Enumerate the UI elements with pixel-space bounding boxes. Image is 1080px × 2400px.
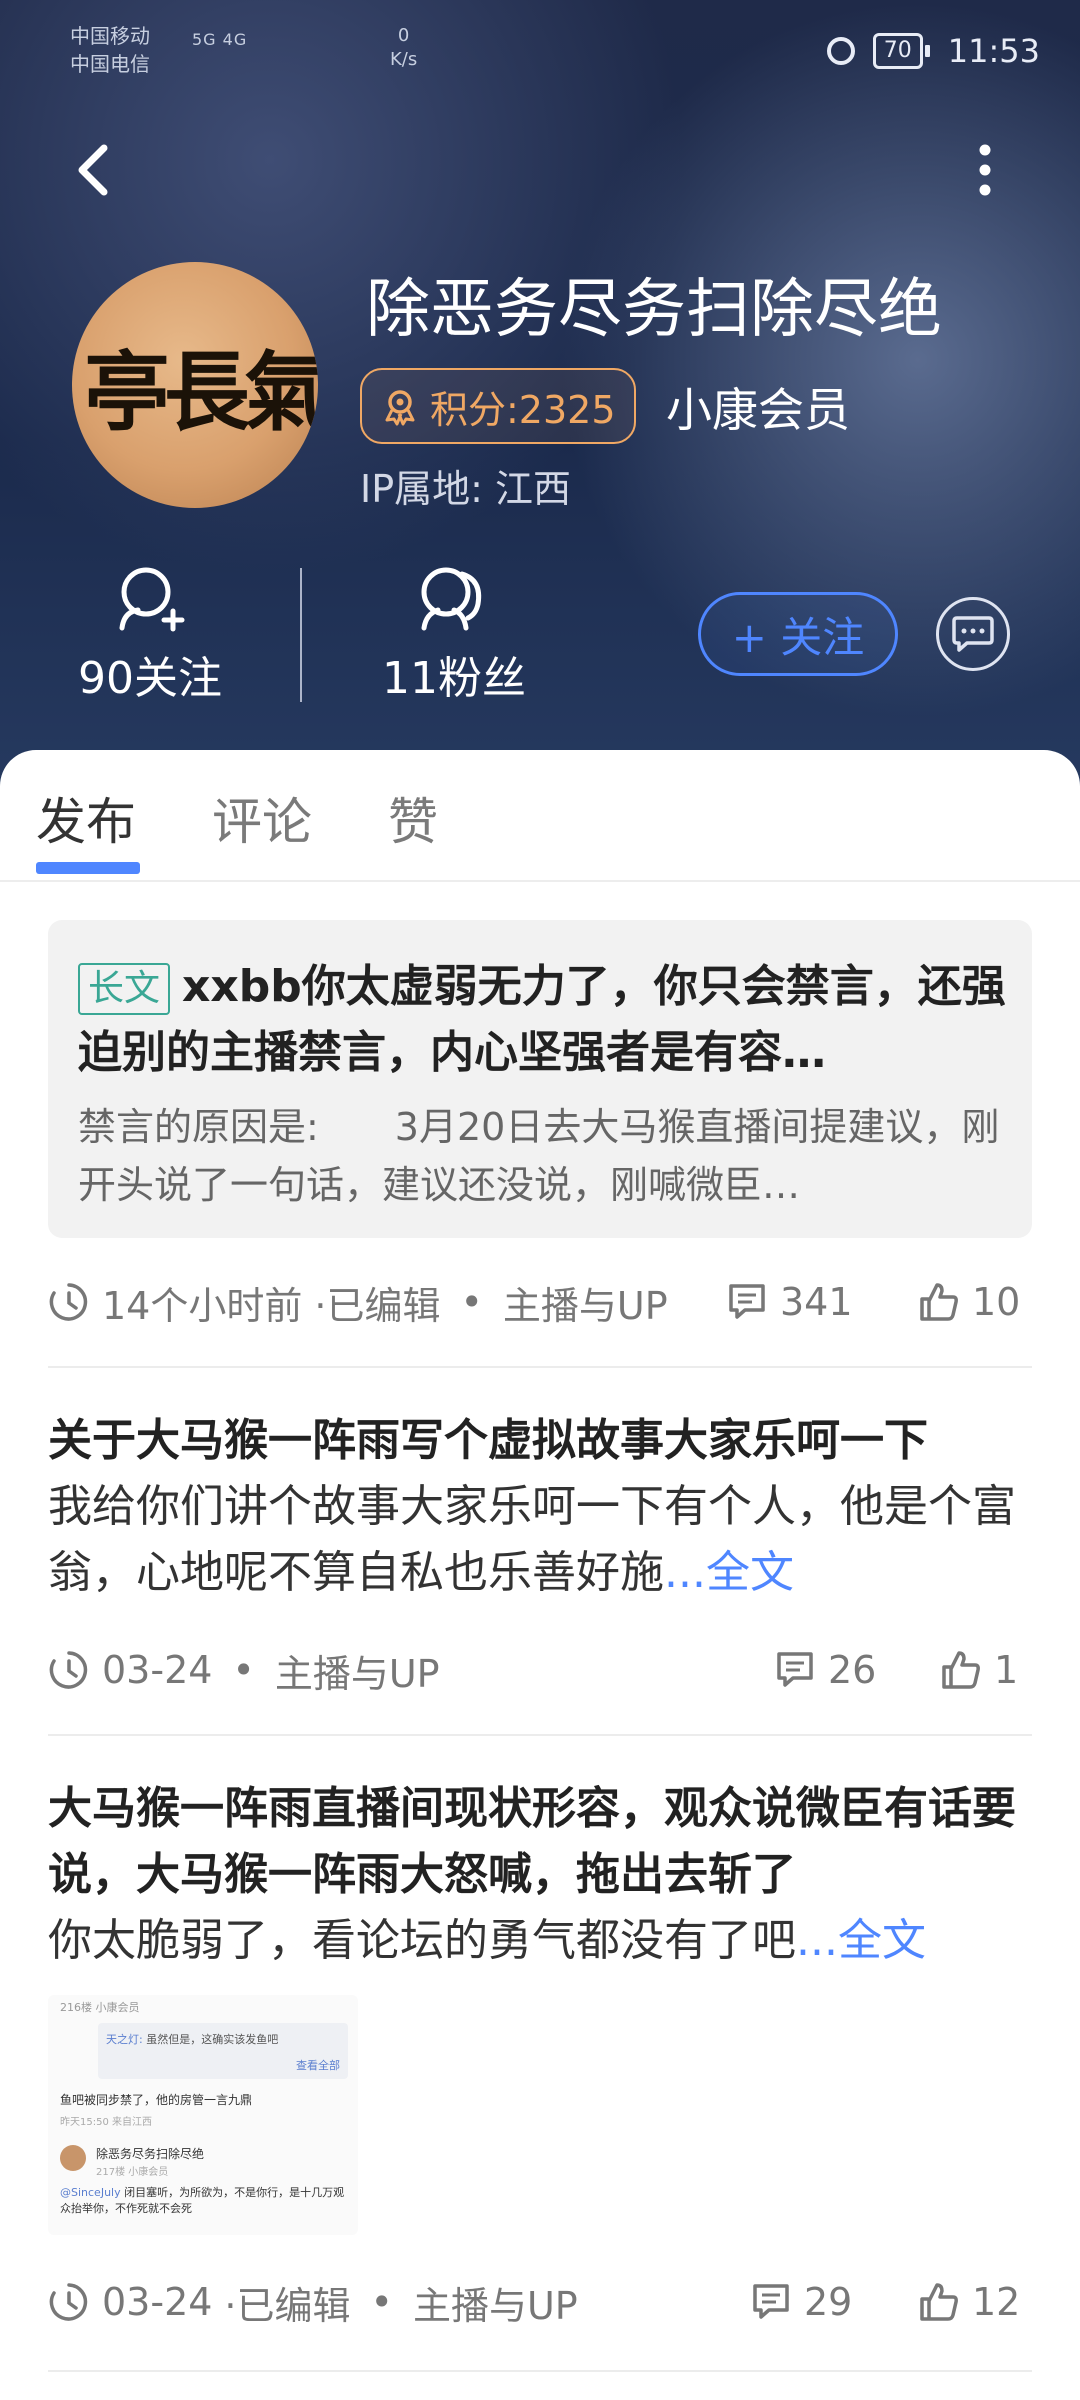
network-speed: 0 K/s: [390, 24, 417, 72]
clock-icon: [49, 1283, 88, 1321]
post-body-text: 你太脆弱了，看论坛的勇气都没有了吧: [48, 1915, 796, 1966]
thumb-quote: 天之灯: 虽然但是，这确实该发鱼吧: [106, 2033, 279, 2046]
post-title[interactable]: 关于大马猴一阵雨写个虚拟故事大家乐呵一下: [48, 1408, 1048, 1474]
post-edited: ·已编辑: [314, 1283, 441, 1328]
tab-comments[interactable]: 评论: [212, 782, 312, 854]
post-meta: 14个小时前 ·已编辑 • 主播与UP 341 10: [48, 1272, 1032, 1332]
clock-icon: [49, 2283, 88, 2321]
points-badge[interactable]: 积分:2325: [360, 368, 636, 444]
username: 除恶务尽务扫除尽绝: [366, 273, 942, 347]
like-count: 10: [972, 1280, 1021, 1324]
battery-level: 70: [872, 33, 923, 69]
post-divider: [48, 1734, 1032, 1736]
medal-icon: [385, 390, 415, 426]
post-category[interactable]: 主播与UP: [503, 1275, 668, 1330]
read-more-link[interactable]: ...全文: [664, 1547, 794, 1598]
post-excerpt: 禁言的原因是: 3月20日去大马猴直播间提建议，刚开头说了一句话，建议还没说，刚…: [78, 1105, 1000, 1207]
thumbs-up-icon: [942, 1651, 980, 1689]
post-time: 03-24: [102, 2280, 213, 2324]
thumb-reply-meta: 217楼 小康会员: [96, 2167, 169, 2178]
thumbs-up-icon: [920, 2283, 958, 2321]
thumb-floor-line: 216楼 小康会员: [60, 2001, 140, 2014]
post-body-text: 我给你们讲个故事大家乐呵一下有个人，他是个富翁，心地呢不算自私也乐善好施: [48, 1481, 1016, 1598]
follow-button[interactable]: + 关注: [698, 592, 898, 676]
alarm-icon: [826, 37, 855, 65]
active-tab-indicator: [36, 862, 140, 874]
message-button[interactable]: [936, 597, 1010, 671]
status-bar: 中国移动 中国电信 5G 4G 0 K/s 70 11:53: [70, 22, 1040, 82]
thumb-line2-meta: 昨天15:50 来自江西: [60, 2117, 152, 2128]
comment-icon: [753, 2284, 789, 2319]
comment-icon: [729, 1284, 765, 1319]
post-title[interactable]: 大马猴一阵雨直播间现状形容，观众说微臣有话要说，大马猴一阵雨大怒喊，拖出去斩了: [48, 1776, 1048, 1908]
carrier-1: 中国移动: [70, 24, 150, 48]
like-count: 12: [972, 2280, 1021, 2324]
post-category[interactable]: 主播与UP: [275, 1643, 440, 1698]
read-more-link[interactable]: ...全文: [796, 1915, 926, 1966]
post-meta: 03-24 • 主播与UP 26 1: [48, 1640, 1032, 1700]
following-stat[interactable]: 90关注: [30, 562, 270, 706]
post-card-long-article[interactable]: 长文 xxbb你太虚弱无力了，你只会禁言，还强迫别的主播禁言，内心坚强者是有容… …: [48, 920, 1032, 1238]
thumbs-up-icon: [920, 1283, 958, 1321]
ip-location: IP属地: 江西: [360, 467, 572, 511]
post-body[interactable]: 你太脆弱了，看论坛的勇气都没有了吧...全文: [48, 1908, 1048, 1974]
stat-divider: [300, 568, 302, 702]
post-divider: [48, 1366, 1032, 1368]
member-level: 小康会员: [666, 383, 850, 437]
post-title-text: xxbb你太虚弱无力了，你只会禁言，还强迫别的主播禁言，内心坚强者是有容…: [78, 961, 1006, 1078]
battery-icon: 70: [872, 33, 930, 69]
following-count: 90关注: [78, 653, 222, 704]
chevron-left-icon: [78, 144, 108, 196]
comment-count: 341: [780, 1280, 853, 1324]
chat-bubble-icon: [952, 616, 994, 652]
add-user-icon: [119, 567, 185, 632]
post-edited: ·已编辑: [224, 2283, 351, 2328]
followers-count: 11粉丝: [382, 653, 526, 704]
avatar-calligraphy: 亭長氣: [84, 342, 318, 443]
comment-icon: [777, 1652, 813, 1687]
thumb-line2: 鱼吧被同步禁了，他的房管一言九鼎: [60, 2093, 253, 2107]
comment-count: 26: [828, 1648, 877, 1692]
avatar[interactable]: 亭長氣: [72, 262, 318, 508]
followers-stat[interactable]: 11粉丝: [334, 562, 574, 706]
post-time: 03-24: [102, 1648, 213, 1692]
post-thumbnail[interactable]: 216楼 小康会员 天之灯: 虽然但是，这确实该发鱼吧 查看全部 鱼吧被同步禁了…: [48, 1995, 358, 2235]
thumb-reply-text: @SinceJuly 闭目塞听，为所欲为，不是你行，是十几万观众抬举你，不作死就…: [60, 2186, 345, 2215]
post-title: 长文 xxbb你太虚弱无力了，你只会禁言，还强迫别的主播禁言，内心坚强者是有容…: [78, 954, 1008, 1086]
carrier-labels: 中国移动 中国电信: [70, 22, 150, 78]
post-category[interactable]: 主播与UP: [413, 2275, 578, 2330]
tab-likes[interactable]: 赞: [388, 782, 438, 854]
thumb-view-all: 查看全部: [296, 2059, 340, 2072]
points-label: 积分:2325: [430, 387, 616, 432]
speed-unit: K/s: [390, 49, 418, 70]
profile-header: 中国移动 中国电信 5G 4G 0 K/s 70 11:53 亭長氣 除恶务尽务…: [0, 0, 1080, 800]
post-meta: 03-24 ·已编辑 • 主播与UP 29 12: [48, 2272, 1032, 2332]
more-options-button[interactable]: [972, 140, 998, 200]
clock: 11:53: [947, 32, 1040, 70]
clock-icon: [49, 1651, 88, 1689]
comment-count: 29: [804, 2280, 853, 2324]
speed-value: 0: [397, 25, 410, 46]
signal-icon: 5G 4G: [192, 30, 248, 49]
tab-posts[interactable]: 发布: [36, 782, 136, 854]
post-divider: [48, 2370, 1032, 2372]
long-article-badge: 长文: [78, 963, 171, 1015]
post-time: 14个小时前: [102, 1283, 303, 1328]
thumb-avatar: [60, 2145, 86, 2171]
more-vertical-icon: [979, 144, 991, 196]
users-icon: [421, 567, 482, 631]
like-count: 1: [994, 1648, 1019, 1692]
back-button[interactable]: [68, 140, 118, 200]
post-body[interactable]: 我给你们讲个故事大家乐呵一下有个人，他是个富翁，心地呢不算自私也乐善好施...全…: [48, 1474, 1048, 1606]
thumb-reply-user: 除恶务尽务扫除尽绝: [96, 2147, 205, 2161]
carrier-2: 中国电信: [70, 52, 150, 76]
tab-bar: 发布 评论 赞: [0, 750, 1080, 882]
